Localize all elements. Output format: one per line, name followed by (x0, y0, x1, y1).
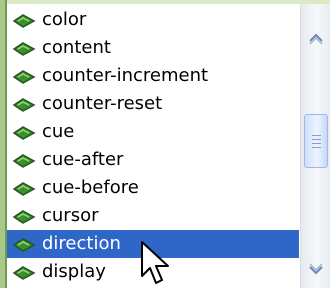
list-item[interactable]: cue (7, 118, 299, 146)
property-icon (12, 210, 36, 224)
thumb-grip-line (312, 139, 321, 140)
property-icon (12, 182, 36, 196)
property-icon (12, 14, 36, 28)
list-item[interactable]: cue-before (7, 174, 299, 202)
list-item-label: counter-reset (42, 93, 163, 114)
mouse-pointer-icon (141, 241, 169, 284)
list-item[interactable]: counter-reset (7, 90, 299, 118)
list-item-label: cue (42, 121, 75, 142)
list-item-label: direction (42, 233, 121, 254)
thumb-grip-line (312, 135, 321, 136)
list-item-label: cue-after (42, 149, 124, 170)
top-border (0, 0, 330, 4)
thumb-grip-line (312, 147, 321, 148)
list-item-label: counter-increment (42, 65, 209, 86)
property-icon (12, 70, 36, 84)
property-icon (12, 154, 36, 168)
chevron-down-icon[interactable] (303, 260, 329, 280)
list-item-label: color (42, 9, 87, 30)
list-item-label: cue-before (42, 177, 139, 198)
property-icon (12, 238, 36, 252)
list-item[interactable]: counter-increment (7, 62, 299, 90)
property-icon (12, 266, 36, 280)
list-item[interactable]: color (7, 6, 299, 34)
list-item[interactable]: cursor (7, 202, 299, 230)
list-item-label: content (42, 37, 111, 58)
property-icon (12, 126, 36, 140)
list-item-label: cursor (42, 205, 99, 226)
chevron-up-icon[interactable] (303, 28, 329, 48)
scrollbar-thumb[interactable] (304, 114, 328, 168)
list-item-label: display (42, 261, 106, 282)
list-item[interactable]: cue-after (7, 146, 299, 174)
autocomplete-popup: color content counter-increment counter-… (0, 0, 330, 288)
vertical-scrollbar[interactable] (300, 4, 330, 288)
property-icon (12, 42, 36, 56)
thumb-grip-line (312, 143, 321, 144)
list-item[interactable]: content (7, 34, 299, 62)
property-icon (12, 98, 36, 112)
